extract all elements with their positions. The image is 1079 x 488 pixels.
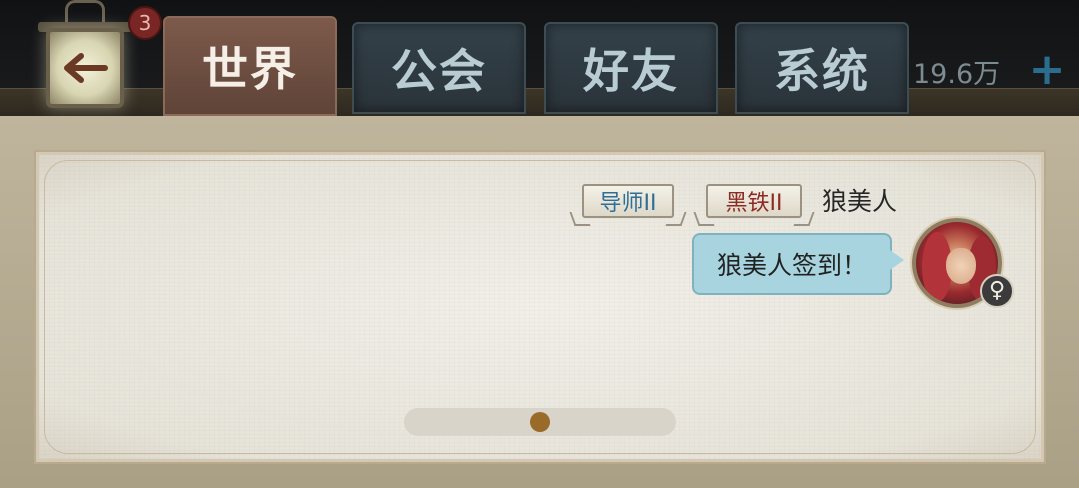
currency-display: 19.6万 + bbox=[905, 48, 1079, 92]
back-button[interactable] bbox=[30, 0, 140, 112]
back-arrow-icon bbox=[50, 32, 120, 104]
lantern-handle bbox=[65, 0, 105, 24]
bubble-tail bbox=[890, 250, 904, 270]
tab-system[interactable]: 系统 bbox=[735, 22, 909, 114]
avatar-face bbox=[946, 248, 976, 284]
tab-friends[interactable]: 好友 bbox=[544, 22, 718, 114]
tab-guild[interactable]: 公会 bbox=[352, 22, 526, 114]
sender-name[interactable]: 狼美人 bbox=[822, 184, 897, 220]
add-currency-icon[interactable]: + bbox=[1027, 48, 1067, 92]
mentor-title-badge: 导师II bbox=[582, 184, 674, 218]
tab-world[interactable]: 世界 bbox=[163, 16, 337, 116]
chat-message-bubble: 狼美人签到！ bbox=[692, 233, 892, 295]
lantern-icon bbox=[46, 28, 124, 108]
rank-title-badge: 黑铁II bbox=[706, 184, 802, 218]
currency-value: 19.6万 bbox=[913, 58, 1001, 90]
female-gender-icon: ♀ bbox=[980, 274, 1014, 308]
scroll-thumb[interactable] bbox=[530, 412, 550, 432]
notification-badge: 3 bbox=[128, 6, 162, 40]
